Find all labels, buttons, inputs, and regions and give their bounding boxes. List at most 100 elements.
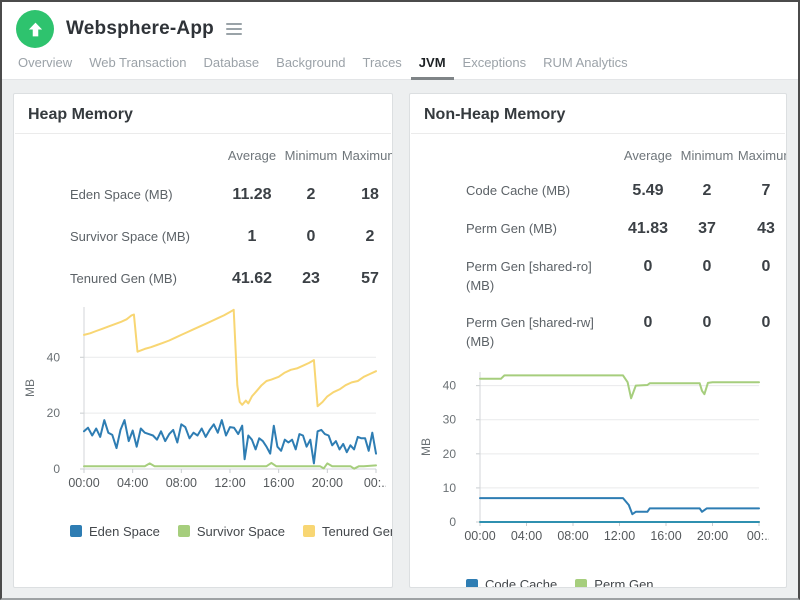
max-value: 43: [757, 219, 775, 237]
tab-exceptions[interactable]: Exceptions: [463, 55, 527, 79]
svg-text:12:00: 12:00: [604, 529, 635, 543]
application-window: Websphere-App Overview Web Transaction D…: [0, 0, 800, 600]
nonheap-chart-container: 0 10 20 30 40 00:00 04:00 08:00 12:00 16:00 20:00 0…: [416, 364, 786, 557]
svg-text:04:00: 04:00: [511, 529, 542, 543]
column-header-average: Average: [623, 148, 673, 163]
table-row: Eden Space (MB) 11.28 2 18: [70, 186, 392, 205]
table-row: Perm Gen (MB) 41.83 37 43: [466, 220, 786, 239]
legend-item-survivor-space[interactable]: Survivor Space: [177, 523, 285, 539]
hamburger-menu-icon[interactable]: [225, 23, 242, 35]
row-label: Code Cache (MB): [466, 183, 571, 198]
legend-swatch: [466, 578, 478, 587]
tab-web-transaction[interactable]: Web Transaction: [89, 55, 186, 79]
legend-item-perm-gen[interactable]: Perm Gen: [575, 577, 654, 588]
legend-swatch: [70, 525, 82, 538]
svg-text:20: 20: [443, 447, 457, 461]
divider: [411, 133, 785, 134]
nonheap-panel-title: Non-Heap Memory: [424, 106, 566, 123]
legend-item-code-cache[interactable]: Code Cache: [466, 577, 558, 588]
row-label: Tenured Gen (MB): [70, 270, 177, 286]
max-value: 57: [361, 269, 379, 287]
row-label: Survivor Space (MB): [70, 228, 190, 244]
svg-text:16:00: 16:00: [263, 476, 294, 490]
heap-memory-panel: Heap Memory Average Minimum Maximum Eden…: [13, 93, 393, 588]
svg-text:12:00: 12:00: [214, 476, 245, 490]
svg-text:10: 10: [443, 481, 457, 495]
column-header-minimum: Minimum: [680, 148, 734, 163]
avg-value: 41.62: [231, 269, 273, 287]
svg-text:30: 30: [443, 413, 457, 427]
row-label: Eden Space (MB): [70, 187, 173, 202]
heap-panel-title: Heap Memory: [28, 106, 133, 123]
min-value: 0: [702, 314, 712, 332]
app-header: Websphere-App: [2, 2, 798, 50]
svg-text:16:00: 16:00: [650, 529, 681, 543]
min-value: 2: [702, 182, 712, 199]
max-value: 7: [761, 182, 771, 199]
svg-text:0: 0: [449, 515, 456, 529]
svg-text:40: 40: [47, 350, 61, 364]
legend-label: Eden Space: [89, 523, 160, 539]
svg-text:08:00: 08:00: [557, 529, 588, 543]
min-value: 0: [306, 227, 316, 245]
svg-text:00:00: 00:00: [464, 529, 495, 543]
heap-chart-legend: Eden Space Survivor Space Tenured Gen: [70, 524, 392, 539]
legend-swatch: [575, 578, 588, 587]
legend-label: Survivor Space: [196, 523, 285, 539]
legend-item-tenured-gen[interactable]: Tenured Gen: [303, 523, 393, 539]
app-title: Websphere-App: [66, 18, 214, 39]
tab-jvm[interactable]: JVM: [410, 55, 454, 80]
heap-memory-chart[interactable]: 0 20 40 00:00 04:00 08:00 12:00 16:00 20:00 00:..…: [20, 299, 388, 499]
avg-value: 11.28: [232, 186, 272, 203]
svg-text:MB: MB: [23, 379, 37, 397]
svg-text:0: 0: [53, 462, 60, 476]
table-row: Perm Gen [shared-rw] (MB) 0 0 0: [466, 314, 786, 352]
svg-text:04:00: 04:00: [117, 476, 148, 490]
tab-overview[interactable]: Overview: [18, 55, 72, 79]
tab-traces[interactable]: Traces: [363, 55, 402, 79]
avg-value: 5.49: [632, 182, 664, 199]
max-value: 18: [361, 186, 379, 203]
column-header-maximum: Maximum: [737, 148, 786, 163]
table-row: Code Cache (MB) 5.49 2 7: [466, 182, 786, 201]
arrow-up-icon: [28, 22, 42, 36]
heap-metrics-table: Average Minimum Maximum Eden Space (MB) …: [70, 148, 392, 289]
divider: [15, 133, 391, 134]
legend-swatch: [303, 525, 315, 538]
nonheap-metrics-table: Average Minimum Maximum Code Cache (MB) …: [466, 148, 786, 352]
svg-text:20: 20: [47, 406, 61, 420]
tab-bar: Overview Web Transaction Database Backgr…: [2, 50, 798, 80]
svg-text:08:00: 08:00: [166, 476, 197, 490]
legend-label: Perm Gen: [594, 577, 654, 588]
column-header-minimum: Minimum: [284, 148, 338, 163]
row-label: Perm Gen [shared-ro] (MB): [466, 258, 592, 293]
min-value: 0: [702, 257, 712, 275]
non-heap-memory-panel: Non-Heap Memory Average Minimum Maximum …: [409, 93, 787, 588]
svg-text:00:..: 00:..: [364, 476, 386, 490]
column-header-average: Average: [227, 148, 277, 163]
svg-text:20:00: 20:00: [312, 476, 343, 490]
table-header-row: Average Minimum Maximum: [466, 148, 786, 163]
max-value: 2: [365, 227, 375, 245]
row-label: Perm Gen [shared-rw] (MB): [466, 315, 594, 350]
svg-text:00:00: 00:00: [68, 476, 99, 490]
app-status-icon: [16, 10, 54, 48]
non-heap-memory-chart[interactable]: 0 10 20 30 40 00:00 04:00 08:00 12:00 16:00 20:00 0…: [416, 364, 771, 552]
svg-text:20:00: 20:00: [697, 529, 728, 543]
table-row: Survivor Space (MB) 1 0 2: [70, 228, 392, 247]
tab-rum-analytics[interactable]: RUM Analytics: [543, 55, 628, 79]
legend-item-eden-space[interactable]: Eden Space: [70, 524, 160, 539]
tab-background[interactable]: Background: [276, 55, 345, 79]
legend-swatch: [177, 525, 190, 538]
row-label: Perm Gen (MB): [466, 220, 558, 236]
legend-label: Tenured Gen: [322, 523, 393, 539]
avg-value: 41.83: [627, 219, 669, 237]
avg-value: 1: [247, 227, 257, 245]
tab-database[interactable]: Database: [204, 55, 260, 79]
table-header-row: Average Minimum Maximum: [70, 148, 392, 163]
legend-label: Code Cache: [485, 577, 558, 588]
table-row: Tenured Gen (MB) 41.62 23 57: [70, 270, 392, 289]
min-value: 37: [698, 219, 716, 237]
svg-text:MB: MB: [419, 438, 433, 456]
min-value: 2: [306, 186, 316, 203]
